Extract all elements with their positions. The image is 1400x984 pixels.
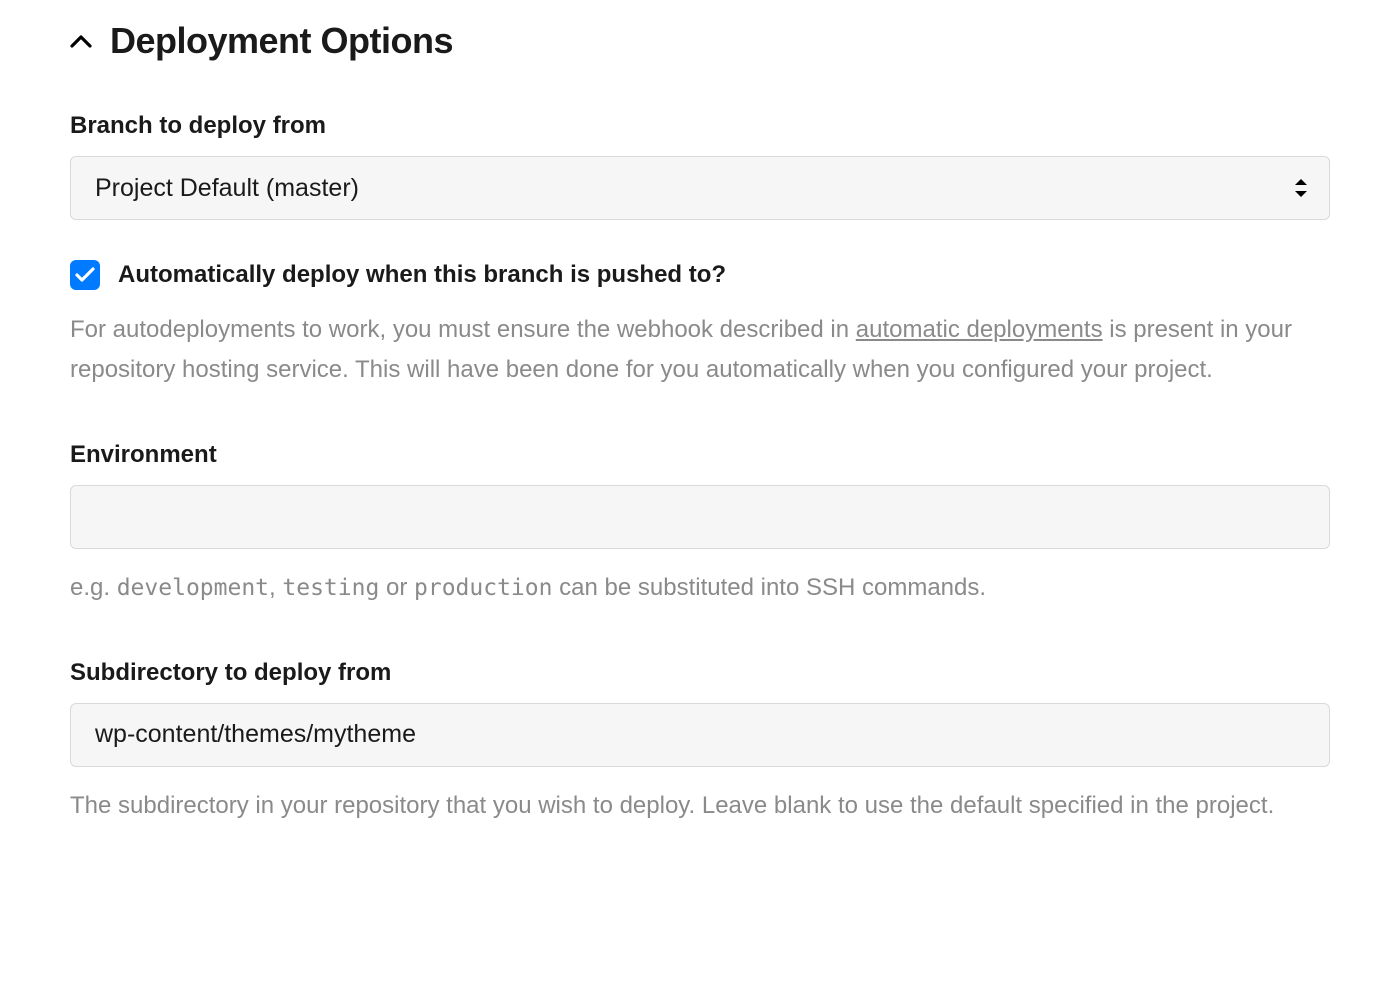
branch-select-value: Project Default (master) [95,174,359,203]
environment-help-sep1: , [269,574,282,601]
environment-help-suffix: can be substituted into SSH commands. [552,574,986,601]
autodeploy-help-before: For autodeployments to work, you must en… [70,316,856,343]
branch-select[interactable]: Project Default (master) [70,156,1330,220]
environment-input[interactable] [70,485,1330,549]
branch-field: Branch to deploy from Project Default (m… [70,112,1330,220]
environment-field: Environment e.g. development, testing or… [70,441,1330,607]
subdir-label: Subdirectory to deploy from [70,659,1330,687]
environment-help: e.g. development, testing or production … [70,569,1330,607]
section-title: Deployment Options [110,20,453,62]
check-icon [75,267,95,283]
environment-label: Environment [70,441,1330,469]
environment-help-code1: development [117,575,269,601]
environment-help-sep2: or [379,574,414,601]
autodeploy-help-link[interactable]: automatic deployments [856,316,1103,343]
autodeploy-checkbox[interactable] [70,260,100,290]
environment-help-code2: testing [282,575,379,601]
section-header[interactable]: Deployment Options [70,20,1330,62]
subdir-input[interactable] [70,703,1330,767]
subdir-field: Subdirectory to deploy from The subdirec… [70,659,1330,824]
autodeploy-help: For autodeployments to work, you must en… [70,310,1330,389]
subdir-help: The subdirectory in your repository that… [70,787,1330,824]
autodeploy-row: Automatically deploy when this branch is… [70,260,1330,290]
environment-help-prefix: e.g. [70,574,117,601]
autodeploy-label: Automatically deploy when this branch is… [118,261,726,289]
branch-select-wrapper: Project Default (master) [70,156,1330,220]
chevron-up-icon [70,34,92,48]
environment-help-code3: production [414,575,552,601]
branch-label: Branch to deploy from [70,112,1330,140]
